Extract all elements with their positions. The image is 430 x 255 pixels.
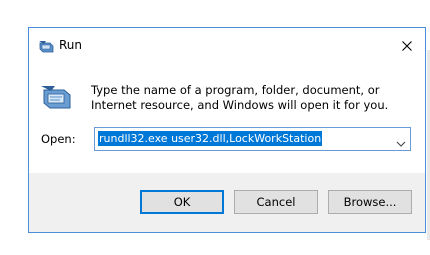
open-label: Open: [41, 132, 76, 146]
ok-button[interactable]: OK [140, 190, 224, 214]
browse-button[interactable]: Browse... [328, 190, 412, 214]
button-bar: OK Cancel Browse... [29, 173, 425, 232]
run-icon [38, 38, 55, 53]
title-bar[interactable]: Run [29, 28, 425, 62]
cancel-button[interactable]: Cancel [234, 190, 318, 214]
open-combobox[interactable]: rundll32.exe user32.dll,LockWorkStation [94, 127, 411, 151]
run-dialog: Run Type the name of a program, folder, … [28, 27, 426, 233]
open-input-value[interactable]: rundll32.exe user32.dll,LockWorkStation [98, 131, 323, 146]
chevron-down-icon[interactable] [396, 134, 406, 147]
dialog-content: Type the name of a program, folder, docu… [29, 62, 425, 174]
close-button[interactable] [395, 34, 419, 56]
dialog-message: Type the name of a program, folder, docu… [91, 83, 389, 112]
window-title: Run [59, 38, 83, 52]
run-icon [40, 84, 72, 110]
close-icon [402, 36, 412, 55]
